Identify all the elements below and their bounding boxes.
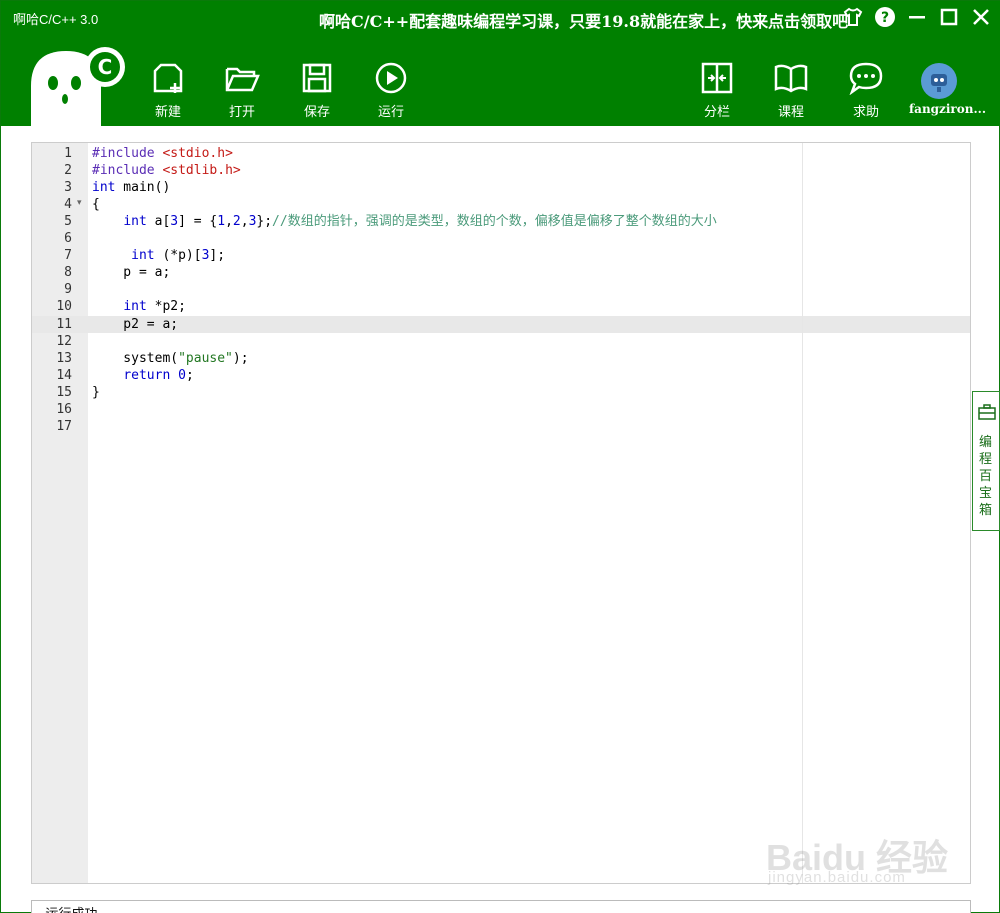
new-file-icon bbox=[153, 63, 183, 93]
open-book-icon bbox=[774, 64, 808, 93]
line-number: 15 bbox=[56, 385, 72, 400]
code-line: int (*p)[3]; bbox=[131, 248, 226, 263]
app-title: 啊哈C/C++ 3.0 bbox=[13, 12, 99, 27]
chat-bubble-icon bbox=[849, 62, 883, 95]
aha-logo: C bbox=[31, 41, 131, 127]
output-panel: --运行成功-- bbox=[31, 900, 971, 913]
line-number: 9 bbox=[64, 282, 72, 297]
line-number: 2 bbox=[64, 163, 72, 178]
line-number: 6 bbox=[64, 231, 72, 246]
code-text-area[interactable]: #include <stdio.h> #include <stdlib.h> i… bbox=[88, 143, 970, 883]
code-line: #include <stdlib.h> bbox=[92, 163, 241, 178]
save-disk-icon bbox=[302, 63, 332, 93]
minimize-icon[interactable] bbox=[905, 5, 929, 29]
close-icon[interactable] bbox=[969, 5, 993, 29]
line-number: 10 bbox=[56, 299, 72, 314]
help-question-icon[interactable]: ? bbox=[873, 5, 897, 29]
svg-text:?: ? bbox=[881, 10, 889, 26]
course-label: 课程 bbox=[777, 105, 804, 120]
line-number: 11 bbox=[56, 317, 72, 332]
course-button[interactable]: 课程 bbox=[761, 61, 821, 120]
output-status-text: --运行成功-- bbox=[36, 903, 107, 913]
line-number: 8 bbox=[64, 265, 72, 280]
new-file-label: 新建 bbox=[154, 105, 181, 120]
code-line: { bbox=[92, 197, 100, 212]
print-margin bbox=[802, 143, 803, 883]
code-line: #include <stdio.h> bbox=[92, 146, 233, 161]
run-button[interactable]: 运行 bbox=[361, 61, 421, 120]
save-button[interactable]: 保存 bbox=[287, 61, 347, 120]
toolbox-icon bbox=[978, 404, 996, 420]
code-line: return 0; bbox=[123, 368, 194, 383]
avatar[interactable] bbox=[921, 63, 957, 99]
window-controls: ? bbox=[841, 5, 993, 29]
line-number: 5 bbox=[64, 214, 72, 229]
save-label: 保存 bbox=[303, 105, 330, 120]
robot-avatar-icon bbox=[931, 74, 947, 92]
help-label: 求助 bbox=[852, 105, 879, 120]
top-toolbar: 啊哈C/C++ 3.0 啊哈C/C++配套趣味编程学习课，只要19.8就能在家上… bbox=[1, 1, 1000, 127]
code-line: int *p2; bbox=[123, 299, 186, 314]
code-line: int main() bbox=[92, 180, 171, 195]
promo-banner-link[interactable]: 啊哈C/C++配套趣味编程学习课，只要19.8就能在家上，快来点击领取吧 bbox=[319, 8, 848, 32]
play-circle-icon bbox=[375, 62, 407, 94]
code-line-active: p2 = a; bbox=[92, 317, 179, 332]
line-number: 14 bbox=[56, 368, 72, 383]
run-label: 运行 bbox=[377, 105, 404, 120]
username[interactable]: fangziron... bbox=[909, 102, 986, 116]
code-line: } bbox=[92, 385, 100, 400]
split-view-button[interactable]: 分栏 bbox=[687, 61, 747, 120]
line-number: 17 bbox=[56, 419, 72, 434]
line-number: 7 bbox=[64, 248, 72, 263]
new-file-button[interactable]: 新建 bbox=[138, 61, 198, 120]
open-file-label: 打开 bbox=[228, 105, 255, 120]
line-number: 1 bbox=[64, 146, 72, 161]
code-line: p = a; bbox=[92, 265, 171, 280]
code-line: system("pause"); bbox=[92, 351, 249, 366]
toolbox-side-tab[interactable]: 编程百宝箱 bbox=[972, 391, 1000, 531]
toolbox-label: 编程百宝箱 bbox=[979, 435, 993, 518]
code-editor[interactable]: 1 2 3 4 ▾ 5 6 7 8 9 10 11 12 13 14 15 16… bbox=[31, 142, 971, 884]
line-number: 3 bbox=[64, 180, 72, 195]
line-number: 12 bbox=[56, 334, 72, 349]
open-file-button[interactable]: 打开 bbox=[212, 61, 272, 120]
open-folder-icon bbox=[225, 67, 260, 92]
app-window: 啊哈C/C++ 3.0 啊哈C/C++配套趣味编程学习课，只要19.8就能在家上… bbox=[0, 0, 1000, 913]
split-columns-icon bbox=[701, 62, 733, 94]
line-number: 13 bbox=[56, 351, 72, 366]
maximize-icon[interactable] bbox=[937, 5, 961, 29]
help-button[interactable]: 求助 bbox=[836, 61, 896, 120]
svg-text:C: C bbox=[98, 55, 113, 79]
skin-shirt-icon[interactable] bbox=[841, 5, 865, 29]
line-number: 16 bbox=[56, 402, 72, 417]
code-line: int a[3] = {1,2,3};//数组的指针，强调的是类型，数组的个数，… bbox=[123, 214, 717, 229]
line-number: 4 bbox=[64, 197, 72, 212]
fold-arrow-icon[interactable]: ▾ bbox=[77, 198, 82, 208]
split-view-label: 分栏 bbox=[703, 105, 730, 120]
